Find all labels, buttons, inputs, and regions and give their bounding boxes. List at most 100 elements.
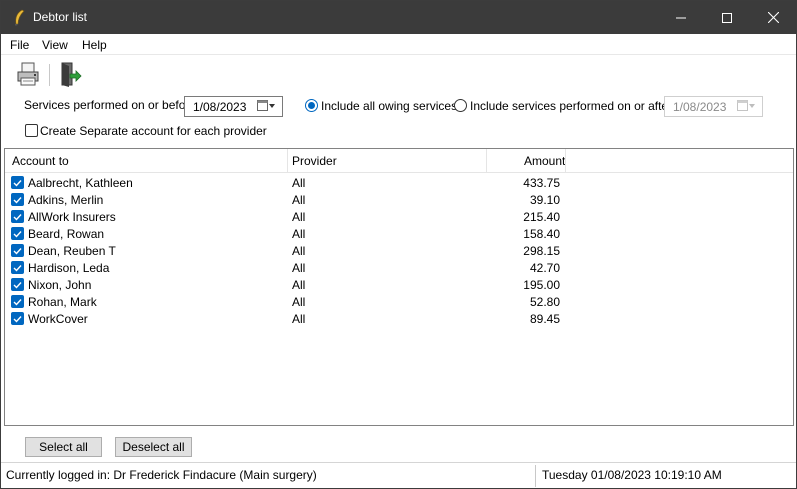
table-row[interactable]: Dean, Reuben T All 298.15 [5,242,793,259]
row-account: WorkCover [28,312,88,326]
table-row[interactable]: Aalbrecht, Kathleen All 433.75 [5,174,793,191]
row-provider: All [292,295,306,309]
window-title: Debtor list [33,10,88,24]
close-icon [767,12,779,23]
table-row[interactable]: Beard, Rowan All 158.40 [5,225,793,242]
column-header-amount[interactable]: Amount [524,149,565,173]
row-account: Rohan, Mark [28,295,97,309]
minimize-icon [676,17,686,18]
separate-account-label: Create Separate account for each provide… [40,124,267,138]
row-account: Aalbrecht, Kathleen [28,176,133,190]
column-header-account[interactable]: Account to [12,149,69,173]
calendar-icon-disabled [737,100,755,111]
include-all-owing-radio[interactable] [305,99,318,112]
title-bar: Debtor list [1,1,796,34]
row-checkbox[interactable] [11,193,24,206]
row-provider: All [292,176,306,190]
row-checkbox[interactable] [11,312,24,325]
calendar-icon [257,100,275,111]
row-account: Dean, Reuben T [28,244,116,258]
toolbar [1,56,796,92]
menu-view[interactable]: View [42,38,68,52]
checkmark-icon [13,281,22,289]
services-after-date-value: 1/08/2023 [673,100,727,114]
checkmark-icon [13,315,22,323]
checkmark-icon [13,247,22,255]
debtor-list[interactable]: Account to Provider Amount Aalbrecht, Ka… [4,148,794,426]
include-after-label: Include services performed on or after [470,99,673,113]
row-checkbox[interactable] [11,176,24,189]
status-separator [535,465,536,487]
exit-door-icon [61,62,82,87]
checkmark-icon [13,196,22,204]
row-account: Nixon, John [28,278,92,292]
row-checkbox[interactable] [11,210,24,223]
table-row[interactable]: Rohan, Mark All 52.80 [5,293,793,310]
datetime-status: Tuesday 01/08/2023 10:19:10 AM [542,468,722,482]
row-provider: All [292,227,306,241]
row-provider: All [292,193,306,207]
table-row[interactable]: WorkCover All 89.45 [5,310,793,327]
checkmark-icon [13,179,22,187]
services-before-label: Services performed on or before: [24,98,200,112]
printer-icon [17,62,39,86]
row-checkbox[interactable] [11,227,24,240]
row-amount: 298.15 [523,244,560,258]
include-after-radio[interactable] [454,99,467,112]
minimize-button[interactable] [658,1,704,34]
table-row[interactable]: Hardison, Leda All 42.70 [5,259,793,276]
checkmark-icon [13,230,22,238]
deselect-all-button[interactable]: Deselect all [115,437,192,457]
debtor-list-window: Debtor list File View Help Services perf… [0,0,797,489]
row-provider: All [292,210,306,224]
checkmark-icon [13,298,22,306]
row-amount: 433.75 [523,176,560,190]
row-account: Hardison, Leda [28,261,110,275]
separate-account-checkbox[interactable] [25,124,38,137]
app-quill-icon [15,9,25,26]
column-divider[interactable] [565,149,566,173]
menu-bar: File View Help [1,35,796,55]
print-button[interactable] [13,59,43,89]
row-checkbox[interactable] [11,278,24,291]
close-button[interactable] [750,1,796,34]
row-provider: All [292,261,306,275]
row-account: Beard, Rowan [28,227,105,241]
maximize-icon [722,12,732,23]
row-provider: All [292,278,306,292]
list-header: Account to Provider Amount [5,149,793,173]
row-provider: All [292,312,306,326]
menu-file[interactable]: File [10,38,29,52]
row-account: Adkins, Merlin [28,193,104,207]
table-row[interactable]: AllWork Insurers All 215.40 [5,208,793,225]
row-amount: 39.10 [529,193,560,207]
row-amount: 89.45 [529,312,560,326]
table-row[interactable]: Adkins, Merlin All 39.10 [5,191,793,208]
column-header-provider[interactable]: Provider [292,149,337,173]
row-amount: 52.80 [529,295,560,309]
table-row[interactable]: Nixon, John All 195.00 [5,276,793,293]
logged-in-status: Currently logged in: Dr Frederick Findac… [6,468,317,482]
row-account: AllWork Insurers [28,210,116,224]
checkmark-icon [13,213,22,221]
services-before-date-value: 1/08/2023 [193,100,247,114]
calendar-dropdown[interactable] [257,100,277,112]
row-amount: 42.70 [529,261,560,275]
include-all-owing-label: Include all owing services [321,99,458,113]
column-divider[interactable] [287,149,288,173]
services-before-date-picker[interactable]: 1/08/2023 [184,96,283,117]
row-checkbox[interactable] [11,261,24,274]
row-amount: 158.40 [523,227,560,241]
row-checkbox[interactable] [11,244,24,257]
row-amount: 195.00 [523,278,560,292]
services-after-date-picker[interactable]: 1/08/2023 [664,96,763,117]
row-checkbox[interactable] [11,295,24,308]
maximize-button[interactable] [704,1,750,34]
row-amount: 215.40 [523,210,560,224]
checkmark-icon [13,264,22,272]
exit-button[interactable] [55,59,85,89]
row-provider: All [292,244,306,258]
select-all-button[interactable]: Select all [25,437,102,457]
column-divider[interactable] [486,149,487,173]
menu-help[interactable]: Help [82,38,107,52]
